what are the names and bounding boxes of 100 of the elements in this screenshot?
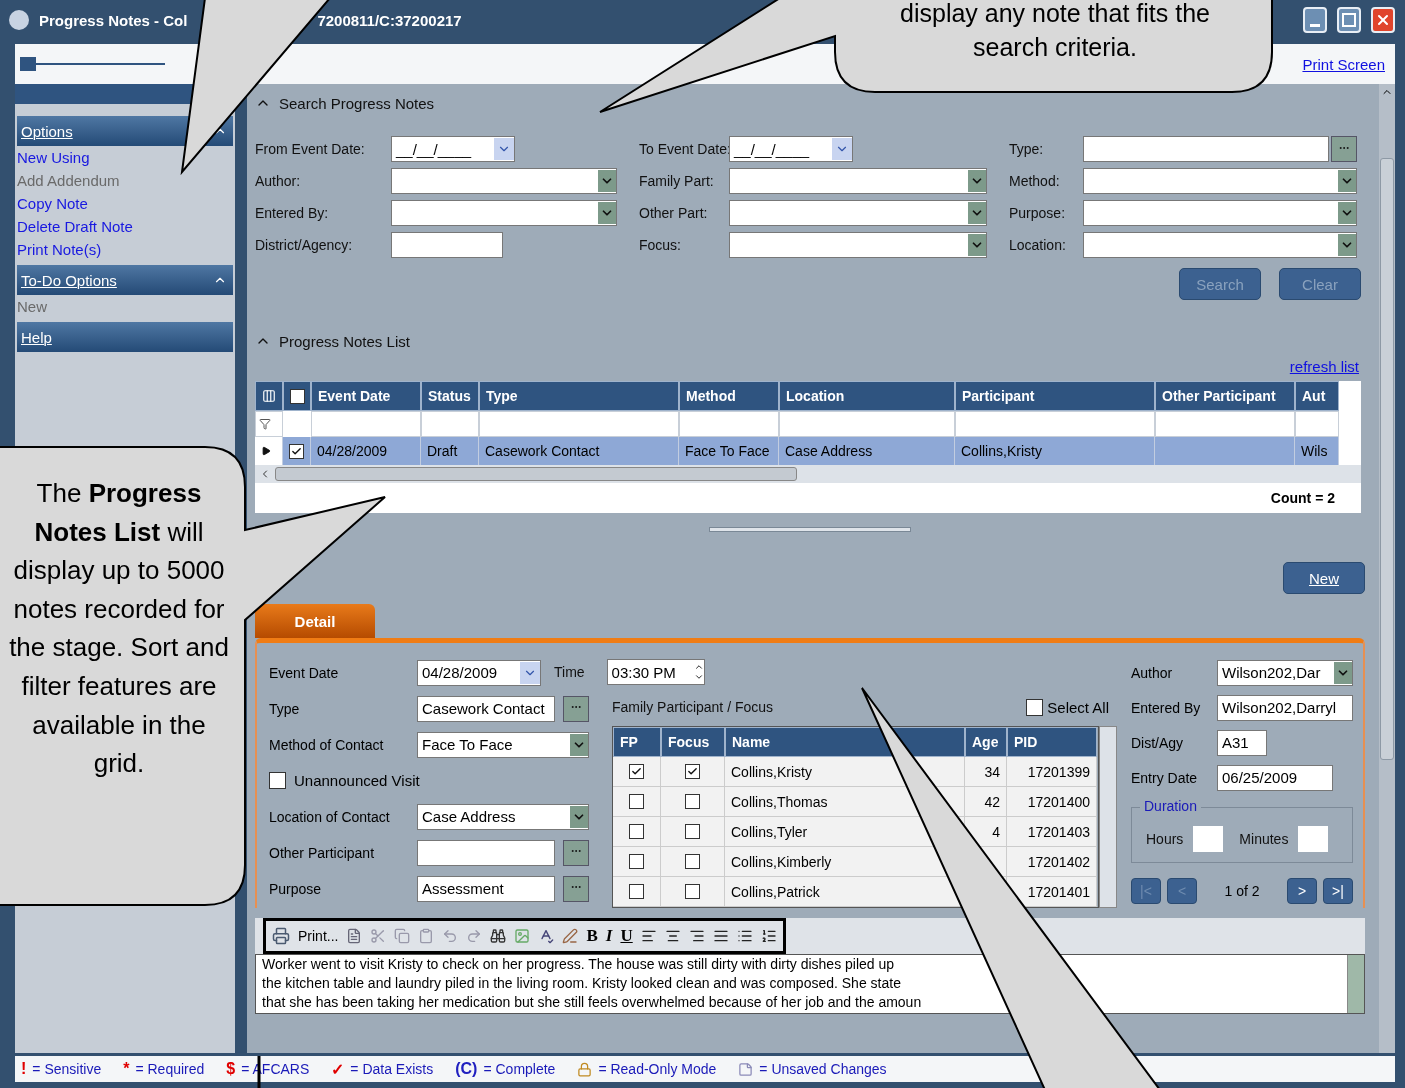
filter-field[interactable]	[779, 411, 955, 437]
filter-field[interactable]	[479, 411, 679, 437]
column-header[interactable]: Event Date	[311, 381, 421, 411]
calendar-dropdown-icon[interactable]	[832, 138, 852, 160]
vertical-scrollbar[interactable]	[1347, 955, 1364, 1013]
date-field[interactable]: 04/28/2009	[417, 659, 541, 686]
dropdown-field[interactable]: Wilson202,Dar	[1217, 659, 1353, 686]
column-header[interactable]: Name	[725, 727, 965, 757]
lookup-button[interactable]	[1331, 136, 1357, 162]
lookup-button[interactable]	[563, 875, 589, 902]
refresh-list-link[interactable]: refresh list	[1289, 358, 1359, 375]
copy-icon	[394, 928, 411, 944]
dropdown-field[interactable]: Case Address	[417, 803, 589, 830]
lookup-field[interactable]	[417, 839, 555, 866]
format-button[interactable]: I	[605, 926, 613, 946]
dropdown-field[interactable]	[729, 200, 987, 226]
header-checkbox[interactable]	[290, 388, 305, 404]
column-header[interactable]: FP	[613, 727, 661, 757]
dropdown-field[interactable]: Face To Face	[417, 731, 589, 758]
maximize-button[interactable]	[1337, 7, 1361, 33]
calendar-dropdown-icon[interactable]	[494, 138, 514, 160]
checkbox[interactable]	[629, 764, 644, 779]
column-chooser-icon[interactable]	[255, 381, 283, 411]
checkbox[interactable]	[629, 884, 644, 899]
checkbox[interactable]	[685, 854, 700, 869]
vertical-scrollbar[interactable]	[1099, 726, 1117, 908]
format-button[interactable]: B	[586, 926, 598, 946]
new-button[interactable]: New	[1283, 562, 1365, 594]
detail-tab[interactable]: Detail	[255, 604, 375, 638]
column-header[interactable]: Focus	[661, 727, 725, 757]
lookup-field[interactable]	[1083, 136, 1329, 162]
table-cell: Face To Face	[679, 437, 779, 465]
checkbox[interactable]	[1026, 698, 1044, 716]
sidebar-section-header[interactable]: Help	[17, 322, 233, 352]
minimize-button[interactable]	[1303, 7, 1327, 33]
checkbox[interactable]	[685, 794, 700, 809]
calendar-dropdown-icon[interactable]	[520, 661, 540, 684]
checkbox[interactable]	[685, 824, 700, 839]
sidebar-link[interactable]: Delete Draft Note	[15, 215, 235, 238]
checkbox[interactable]	[629, 824, 644, 839]
checkbox[interactable]	[629, 854, 644, 869]
dropdown-field[interactable]	[729, 232, 987, 258]
column-header[interactable]: PID	[1007, 727, 1097, 757]
filter-field[interactable]	[421, 411, 479, 437]
pager-button[interactable]: >|	[1323, 877, 1353, 904]
column-header[interactable]: Status	[421, 381, 479, 411]
checkbox[interactable]	[685, 764, 700, 779]
filter-field[interactable]	[1295, 411, 1339, 437]
input-field[interactable]	[1298, 826, 1329, 852]
sidebar-link[interactable]: New Using	[15, 146, 235, 169]
lookup-field[interactable]: Assessment	[417, 875, 555, 902]
input-field[interactable]: 06/25/2009	[1217, 764, 1333, 791]
sidebar-link[interactable]: Copy Note	[15, 192, 235, 215]
pager-button[interactable]: >	[1287, 877, 1317, 904]
column-header[interactable]: Type	[479, 381, 679, 411]
dropdown-field[interactable]	[1083, 232, 1357, 258]
close-button[interactable]	[1371, 7, 1395, 33]
vertical-scrollbar[interactable]	[1379, 84, 1395, 1053]
column-header[interactable]: Other Participant	[1155, 381, 1295, 411]
redo-icon	[466, 928, 483, 944]
spinner-icon[interactable]	[693, 662, 704, 682]
input-field[interactable]	[1193, 826, 1224, 852]
column-header[interactable]: Aut	[1295, 381, 1339, 411]
lookup-button[interactable]	[563, 839, 589, 866]
input-field[interactable]: A31	[1217, 729, 1267, 756]
scrollbar-thumb[interactable]	[1380, 158, 1394, 760]
format-button[interactable]: U	[620, 926, 633, 946]
input-field[interactable]: Wilson202,Darryl	[1217, 694, 1353, 721]
filter-field[interactable]	[311, 411, 421, 437]
column-header[interactable]: Participant	[955, 381, 1155, 411]
input-field[interactable]	[391, 232, 503, 258]
splitter-handle[interactable]	[709, 527, 911, 532]
sidebar-section-header[interactable]: To-Do Options	[17, 265, 233, 295]
column-header[interactable]: Method	[679, 381, 779, 411]
lookup-field[interactable]: Casework Contact	[417, 695, 555, 722]
date-field[interactable]: __/__/____	[391, 136, 515, 162]
print-button[interactable]: Print...	[298, 928, 339, 944]
scrollbar-thumb[interactable]	[275, 467, 797, 481]
dropdown-field[interactable]	[1083, 200, 1357, 226]
field-label: Other Part:	[639, 205, 709, 221]
dropdown-field[interactable]	[391, 200, 617, 226]
time-field[interactable]: 03:30 PM	[606, 659, 705, 685]
slider-control[interactable]	[20, 54, 165, 74]
dropdown-field[interactable]	[729, 168, 987, 194]
checkbox[interactable]	[269, 772, 286, 789]
filter-field[interactable]	[955, 411, 1155, 437]
checkbox[interactable]	[685, 884, 700, 899]
print-screen-link[interactable]: Print Screen	[1302, 55, 1385, 73]
checkbox[interactable]	[629, 794, 644, 809]
column-header[interactable]: Location	[779, 381, 955, 411]
row-checkbox[interactable]	[289, 443, 304, 459]
row-selector-cell[interactable]	[283, 437, 311, 465]
filter-field[interactable]	[1155, 411, 1295, 437]
sidebar-link[interactable]: Print Note(s)	[15, 238, 235, 261]
dropdown-field[interactable]	[1083, 168, 1357, 194]
column-header[interactable]: Age	[965, 727, 1007, 757]
dropdown-field[interactable]	[391, 168, 617, 194]
filter-field[interactable]	[679, 411, 779, 437]
date-field[interactable]: __/__/____	[729, 136, 853, 162]
lookup-button[interactable]	[563, 695, 589, 722]
